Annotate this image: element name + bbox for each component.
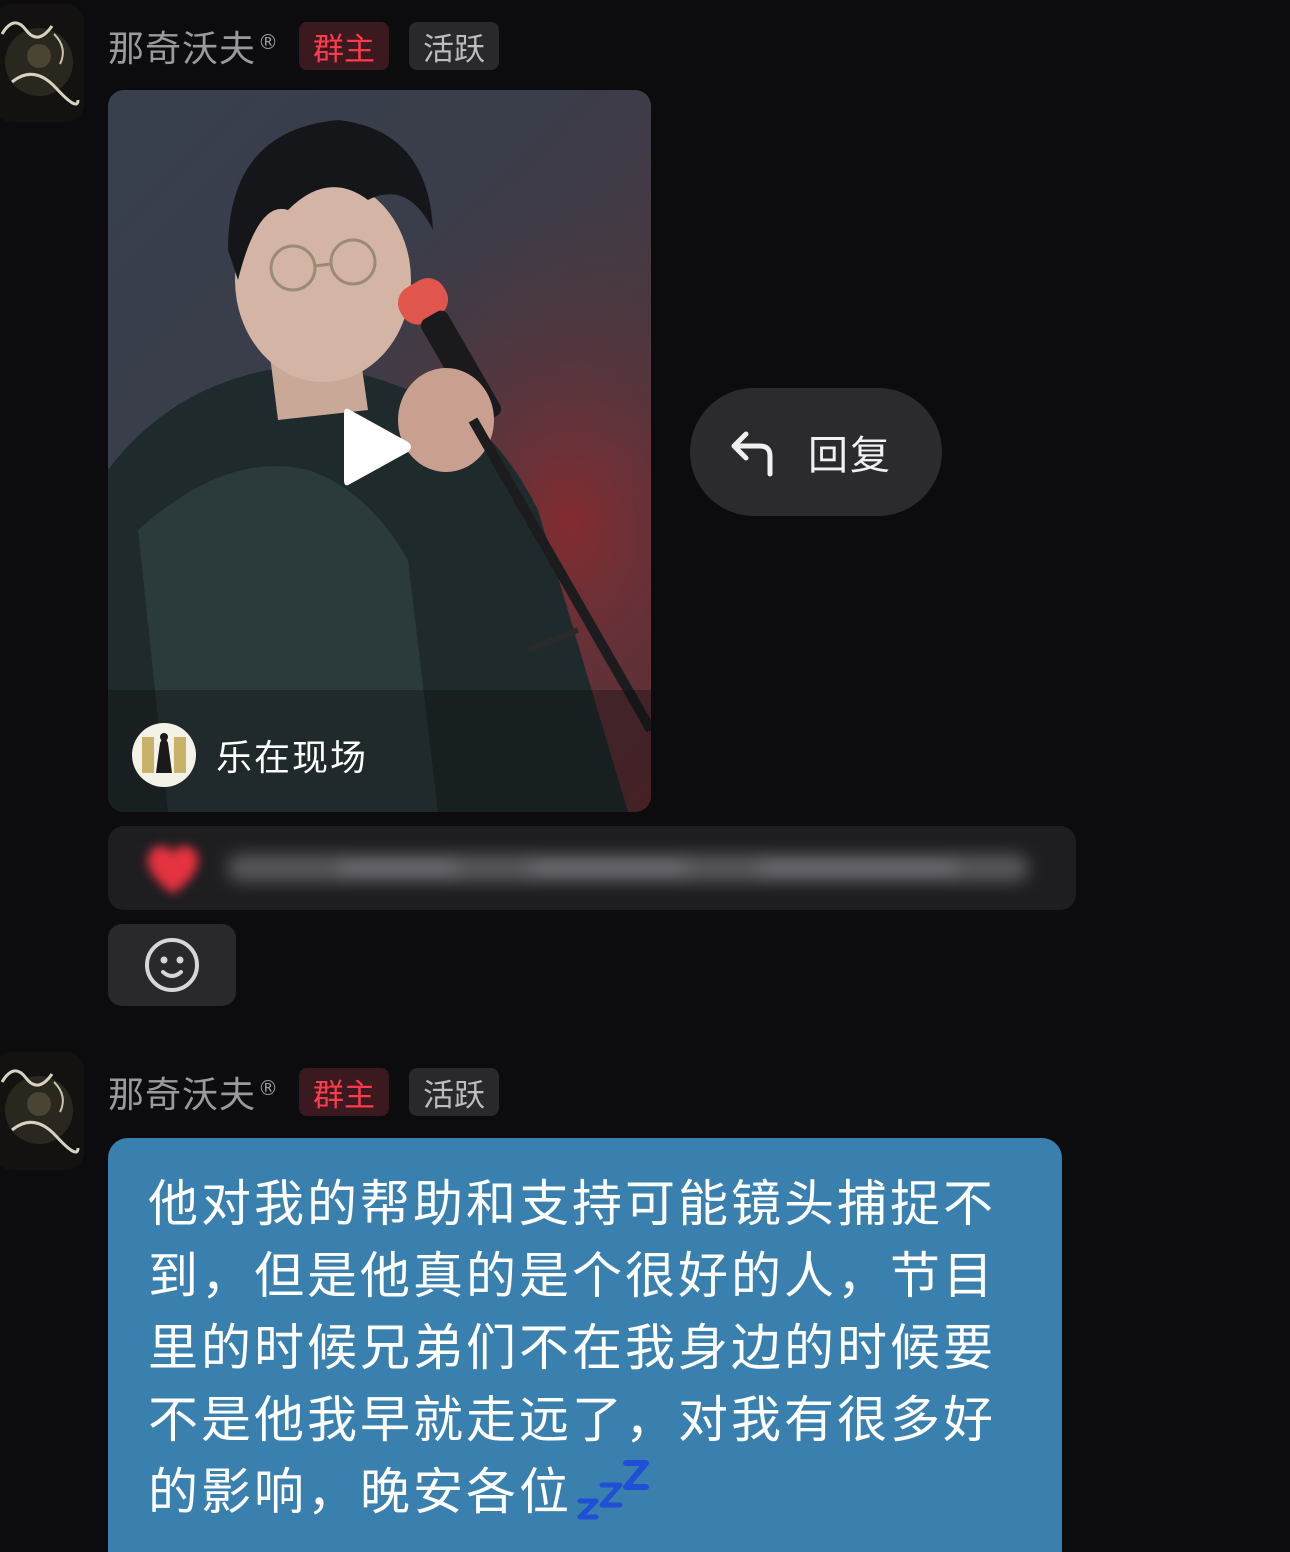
sender-avatar[interactable] — [0, 4, 84, 122]
reply-button[interactable]: 回复 — [690, 388, 942, 516]
text-message-bubble[interactable]: 他对我的帮助和支持可能镜头捕捉不到，但是他真的是个很好的人，节目里的时候兄弟们不… — [108, 1138, 1062, 1552]
message-header: 那奇沃夫 ® 群主 活跃 — [108, 1066, 500, 1118]
owner-badge: 群主 — [299, 1068, 390, 1116]
add-reaction-button[interactable] — [108, 924, 236, 1006]
video-source[interactable]: 乐在现场 — [132, 722, 368, 788]
message-header: 那奇沃夫 ® 群主 活跃 — [108, 20, 500, 72]
smiley-face-icon — [145, 938, 199, 992]
blurred-reactions — [108, 826, 1076, 910]
video-message-card[interactable] — [108, 90, 651, 812]
active-badge: 活跃 — [409, 1068, 500, 1116]
source-logo — [132, 723, 196, 787]
sender-name[interactable]: 那奇沃夫 ® — [108, 1066, 279, 1118]
reply-label: 回复 — [808, 433, 892, 479]
play-icon[interactable] — [338, 402, 418, 492]
active-badge: 活跃 — [409, 22, 500, 70]
owner-badge: 群主 — [299, 22, 390, 70]
chat-screen: 那奇沃夫 ® 群主 活跃 乐在现场 回复 那奇沃夫 ® 群主 活跃 他对我的帮助… — [0, 0, 1290, 1552]
message-text: 他对我的帮助和支持可能镜头捕捉不到，但是他真的是个很好的人，节目里的时候兄弟们不… — [148, 1175, 996, 1521]
sender-avatar[interactable] — [0, 1052, 84, 1170]
source-name: 乐在现场 — [216, 738, 369, 779]
reply-arrow-icon — [731, 431, 773, 477]
sender-name[interactable]: 那奇沃夫 ® — [108, 20, 279, 72]
reaction-bar[interactable] — [108, 826, 1076, 910]
zzz-sleep-icon — [577, 1460, 649, 1520]
heart-icon — [147, 846, 199, 894]
